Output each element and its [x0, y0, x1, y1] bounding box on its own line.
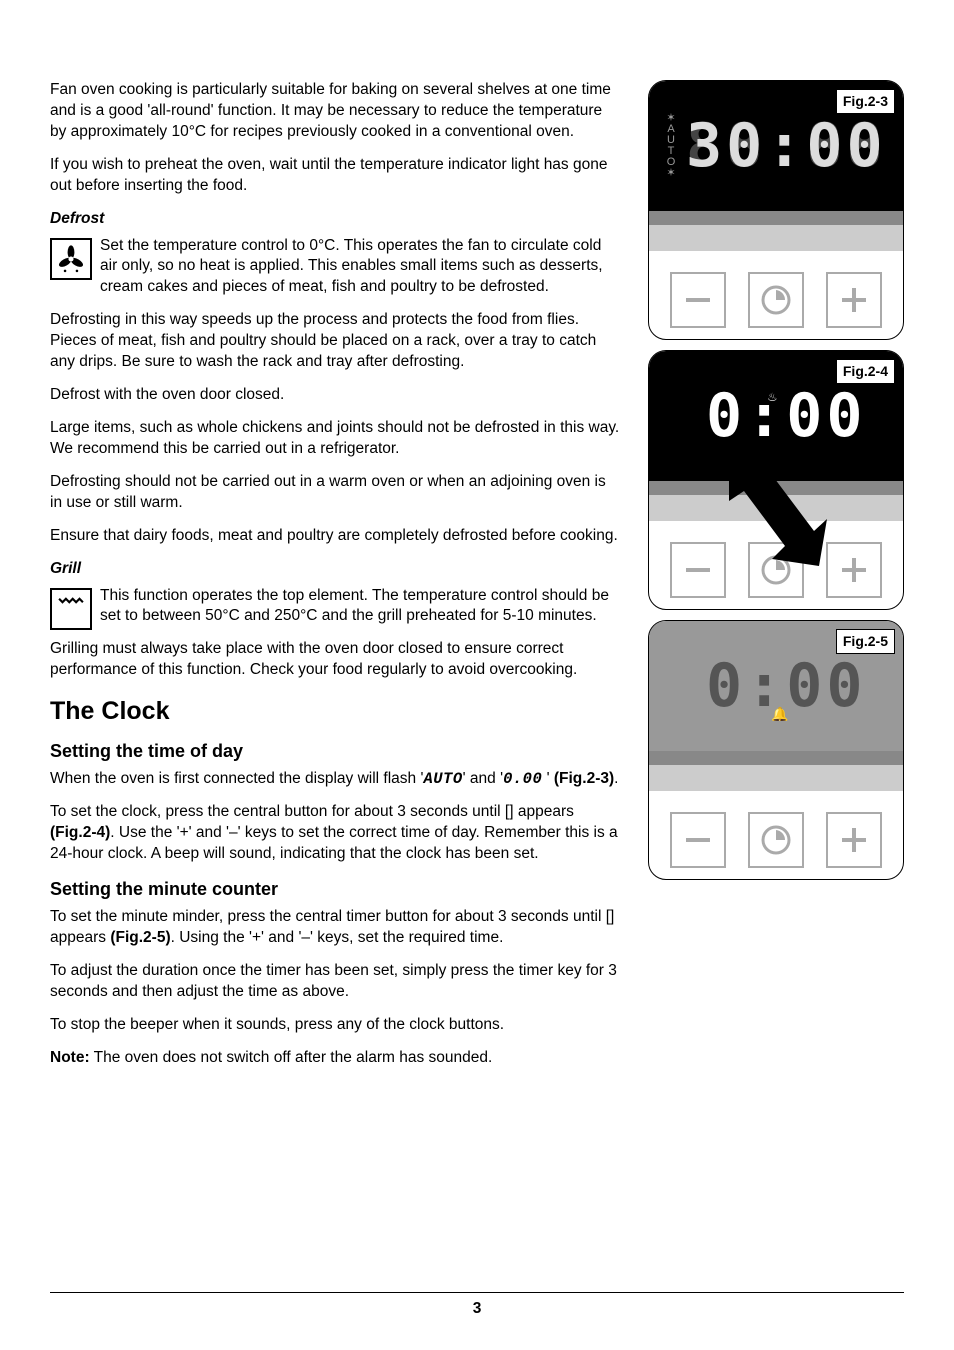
plus-button[interactable]	[826, 542, 882, 598]
body-text: To adjust the duration once the timer ha…	[50, 961, 620, 1003]
set-time-heading: Setting the time of day	[50, 739, 620, 763]
minus-button[interactable]	[670, 272, 726, 328]
svg-text:30:00: 30:00	[686, 111, 886, 181]
defrost-heading: Defrost	[50, 209, 620, 230]
body-text: To stop the beeper when it sounds, press…	[50, 1015, 620, 1036]
figure-2-3: Fig.2-3 ✶AUTO✶ 88:88 30:00	[648, 80, 904, 340]
timer-button[interactable]	[748, 812, 804, 868]
clock-display: 0:00 ♨	[676, 381, 876, 451]
clock-display: 0:00 🔔	[676, 651, 876, 721]
minus-button[interactable]	[670, 812, 726, 868]
figure-label: Fig.2-4	[836, 359, 895, 384]
svg-text:0:00: 0:00	[706, 381, 867, 451]
body-text: Large items, such as whole chickens and …	[50, 418, 620, 460]
body-text: Ensure that dairy foods, meat and poultr…	[50, 526, 620, 547]
body-text: Defrosting should not be carried out in …	[50, 472, 620, 514]
plus-button[interactable]	[826, 272, 882, 328]
svg-text:🔔: 🔔	[771, 706, 792, 721]
plus-button[interactable]	[826, 812, 882, 868]
minus-button[interactable]	[670, 542, 726, 598]
timer-button[interactable]	[748, 272, 804, 328]
body-text: This function operates the top element. …	[50, 586, 620, 628]
figure-2-5: Fig.2-5 0:00 🔔	[648, 620, 904, 880]
body-text: Fan oven cooking is particularly suitabl…	[50, 80, 620, 143]
arrow-icon	[719, 461, 829, 571]
grill-element-icon	[50, 588, 92, 630]
body-text: If you wish to preheat the oven, wait un…	[50, 155, 620, 197]
grill-heading: Grill	[50, 559, 620, 580]
clock-display: 88:88 30:00	[686, 111, 886, 181]
body-text: Defrosting in this way speeds up the pro…	[50, 310, 620, 373]
figure-label: Fig.2-3	[836, 89, 895, 114]
body-text: Note: The oven does not switch off after…	[50, 1048, 620, 1069]
set-minute-heading: Setting the minute counter	[50, 877, 620, 901]
figure-2-4: Fig.2-4 0:00 ♨	[648, 350, 904, 610]
body-text: Grilling must always take place with the…	[50, 639, 620, 681]
auto-icon: ✶AUTO✶	[666, 113, 675, 179]
body-text: Defrost with the oven door closed.	[50, 385, 620, 406]
page-number: 3	[50, 1292, 904, 1320]
clock-heading: The Clock	[50, 695, 620, 729]
svg-text:♨: ♨	[768, 390, 780, 406]
body-text: Set the temperature control to 0°C. This…	[50, 236, 620, 299]
figure-label: Fig.2-5	[836, 629, 895, 654]
defrost-fan-icon	[50, 238, 92, 280]
body-text: When the oven is first connected the dis…	[50, 769, 620, 790]
body-text: To set the clock, press the central butt…	[50, 802, 620, 865]
body-text: To set the minute minder, press the cent…	[50, 907, 620, 949]
